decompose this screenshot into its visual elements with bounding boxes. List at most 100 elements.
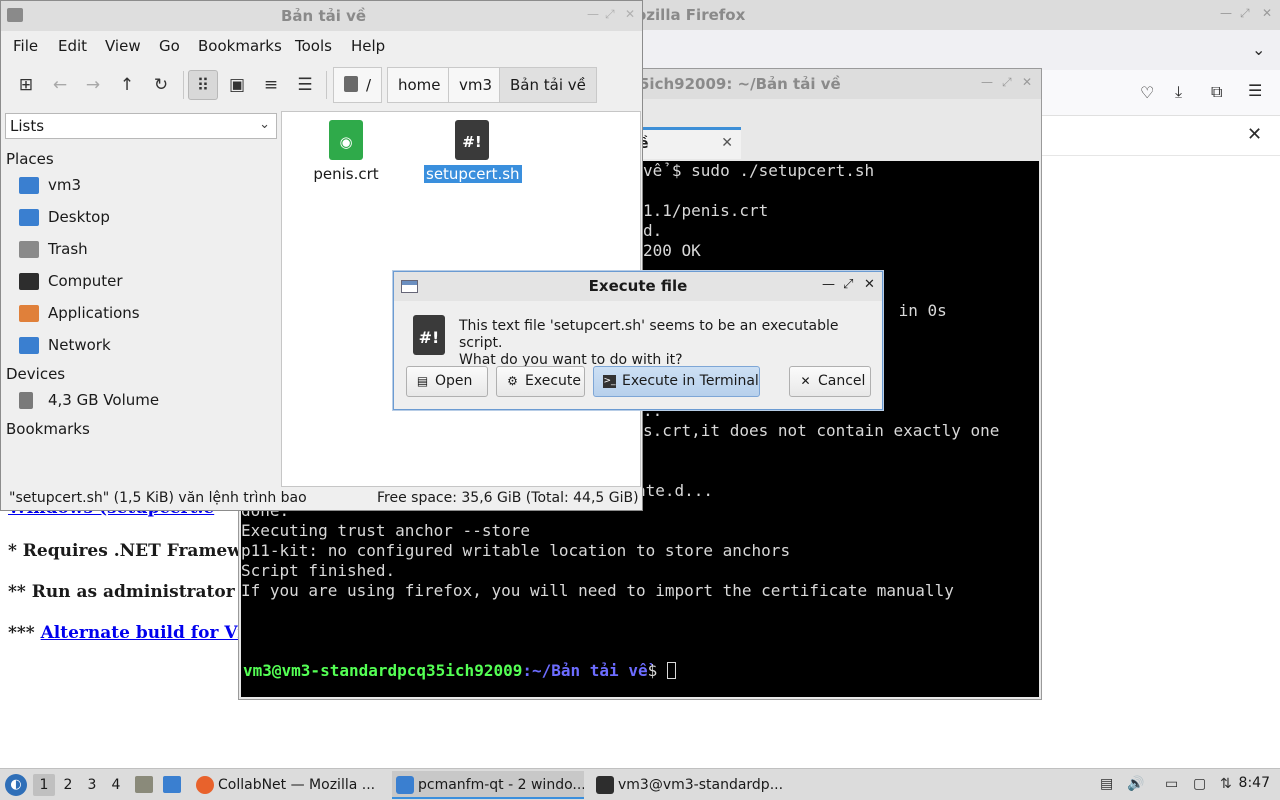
terminal-prompt: vm3@vm3-standardpcq35ich92009:~/Bản tải … <box>243 661 676 681</box>
file-manager-titlebar[interactable]: Bản tải về — ⤢ ✕ <box>1 1 642 31</box>
volume-icon[interactable]: 🔊 <box>1127 776 1144 792</box>
taskbar-task[interactable]: vm3@vm3-standardp... <box>592 771 782 799</box>
close-icon[interactable]: ✕ <box>625 7 635 21</box>
clipboard-icon[interactable]: ▤ <box>1100 776 1113 792</box>
compact-view-icon[interactable]: ≡ <box>256 70 286 100</box>
network-icon <box>19 337 39 354</box>
sidebar-item-volume[interactable]: 4,3 GB Volume <box>19 387 269 415</box>
reload-icon[interactable]: ↻ <box>146 70 176 100</box>
terminal-line: 1.1/penis.crt <box>643 201 769 220</box>
workspace-1[interactable]: 1 <box>33 774 55 796</box>
file-manager-window: Bản tải về — ⤢ ✕ File Edit View Go Bookm… <box>0 0 643 511</box>
taskbar-task[interactable]: pcmanfm-qt - 2 windo... <box>392 771 584 799</box>
close-icon[interactable]: ✕ <box>864 277 875 292</box>
breadcrumb-downloads[interactable]: Bản tải về <box>499 67 597 103</box>
side-pane-mode-select[interactable]: Lists ⌄ <box>5 113 277 139</box>
terminal-line: 200 OK <box>643 241 701 260</box>
workspace-3[interactable]: 3 <box>81 774 103 796</box>
minimize-icon[interactable]: — <box>822 277 835 292</box>
cancel-button[interactable]: ✕ Cancel <box>789 366 871 397</box>
close-icon[interactable]: ✕ <box>1247 124 1262 145</box>
file-item[interactable]: #! setupcert.sh <box>424 112 522 192</box>
minimize-icon[interactable]: — <box>981 75 993 89</box>
page-text: * Requires .NET Framewo <box>8 541 254 561</box>
show-desktop-icon[interactable] <box>135 776 153 793</box>
sidebar-item-network[interactable]: Network <box>19 332 269 360</box>
sidebar-item-trash[interactable]: Trash <box>19 236 269 264</box>
file-manager-launcher-icon[interactable] <box>163 776 181 793</box>
breadcrumb-root[interactable]: / <box>333 67 383 103</box>
menu-bookmarks[interactable]: Bookmarks <box>198 37 282 55</box>
menu-help[interactable]: Help <box>351 37 385 55</box>
execute-in-terminal-button[interactable]: >_ Execute in Terminal <box>593 366 760 397</box>
minimize-icon[interactable]: — <box>1220 6 1232 20</box>
file-item[interactable]: ◉ penis.crt <box>298 112 394 192</box>
menubar: File Edit View Go Bookmarks Tools Help <box>1 31 642 61</box>
close-icon[interactable]: ✕ <box>1022 75 1032 89</box>
maximize-icon[interactable]: ⤢ <box>1002 75 1012 90</box>
dialog-titlebar[interactable]: Execute file — ⤢ ✕ <box>394 272 882 301</box>
display-icon[interactable]: ▢ <box>1193 776 1206 792</box>
close-icon[interactable]: ✕ <box>721 135 733 151</box>
download-icon[interactable]: ⤓ <box>1175 82 1182 102</box>
taskbar-task[interactable]: CollabNet — Mozilla ... <box>192 771 382 799</box>
sidebar-item-computer[interactable]: Computer <box>19 268 269 296</box>
icon-view-icon[interactable]: ⠿ <box>188 70 218 100</box>
menu-icon[interactable]: ☰ <box>1248 81 1262 100</box>
folder-icon <box>7 8 23 22</box>
forward-icon[interactable]: → <box>78 70 108 100</box>
up-icon[interactable]: ↑ <box>112 70 142 100</box>
menu-file[interactable]: File <box>13 37 38 55</box>
extensions-icon[interactable]: ⧉ <box>1211 82 1222 102</box>
dialog-title: Execute file <box>588 277 688 295</box>
file-manager-title: Bản tải về <box>281 7 367 25</box>
places-heading: Places <box>6 150 54 168</box>
start-menu-button[interactable]: ◐ <box>5 774 27 796</box>
file-name: penis.crt <box>313 165 379 183</box>
open-button[interactable]: ▤ Open <box>406 366 488 397</box>
notes-icon[interactable]: ▭ <box>1165 776 1178 792</box>
sidebar-item-desktop[interactable]: Desktop <box>19 204 269 232</box>
file-name: setupcert.sh <box>424 165 522 183</box>
new-tab-icon[interactable]: ⊞ <box>11 70 41 100</box>
breadcrumb-vm3[interactable]: vm3 <box>448 67 504 103</box>
firefox-icon <box>196 776 214 794</box>
workspace-4[interactable]: 4 <box>105 774 127 796</box>
devices-heading: Devices <box>6 365 66 383</box>
thumbnail-view-icon[interactable]: ▣ <box>222 70 252 100</box>
close-icon[interactable]: ✕ <box>1262 6 1272 20</box>
menu-go[interactable]: Go <box>159 37 180 55</box>
chevron-down-icon[interactable]: ⌄ <box>1252 40 1265 59</box>
alternate-build-link[interactable]: Alternate build for Vis <box>41 623 254 643</box>
maximize-icon[interactable]: ⤢ <box>1240 6 1250 21</box>
detailed-view-icon[interactable]: ☰ <box>290 70 320 100</box>
workspace-2[interactable]: 2 <box>57 774 79 796</box>
terminal-line: vể $ sudo ./setupcert.sh <box>643 161 875 180</box>
home-folder-icon <box>19 177 39 194</box>
taskbar-task-label: pcmanfm-qt - 2 windo... <box>418 777 584 793</box>
bookmarks-heading: Bookmarks <box>6 420 90 438</box>
menu-tools[interactable]: Tools <box>295 37 332 55</box>
gear-icon: ⚙ <box>507 374 518 388</box>
close-icon: ✕ <box>800 374 811 388</box>
sidebar-item-label: Computer <box>48 272 123 290</box>
clock[interactable]: 8:47 <box>1239 775 1270 791</box>
page-text: ** Run as administrator to <box>8 582 260 602</box>
terminal-line: in 0s <box>889 301 947 320</box>
minimize-icon[interactable]: — <box>587 7 599 21</box>
sidebar-item-vm3[interactable]: vm3 <box>19 172 269 200</box>
maximize-icon[interactable]: ⤢ <box>843 277 853 292</box>
menu-view[interactable]: View <box>105 37 141 55</box>
maximize-icon[interactable]: ⤢ <box>605 7 615 22</box>
sidebar-item-label: 4,3 GB Volume <box>48 391 160 409</box>
network-tray-icon[interactable]: ⇅ <box>1220 776 1232 792</box>
execute-file-dialog: Execute file — ⤢ ✕ #! This text file 'se… <box>393 271 883 410</box>
sidebar-item-applications[interactable]: Applications <box>19 300 269 328</box>
menu-edit[interactable]: Edit <box>58 37 87 55</box>
back-icon[interactable]: ← <box>45 70 75 100</box>
pocket-icon[interactable]: ♡ <box>1140 83 1154 102</box>
toolbar-separator <box>183 71 184 99</box>
execute-button[interactable]: ⚙ Execute <box>496 366 585 397</box>
breadcrumb-home[interactable]: home <box>387 67 452 103</box>
sidebar-item-label: Trash <box>48 240 88 258</box>
